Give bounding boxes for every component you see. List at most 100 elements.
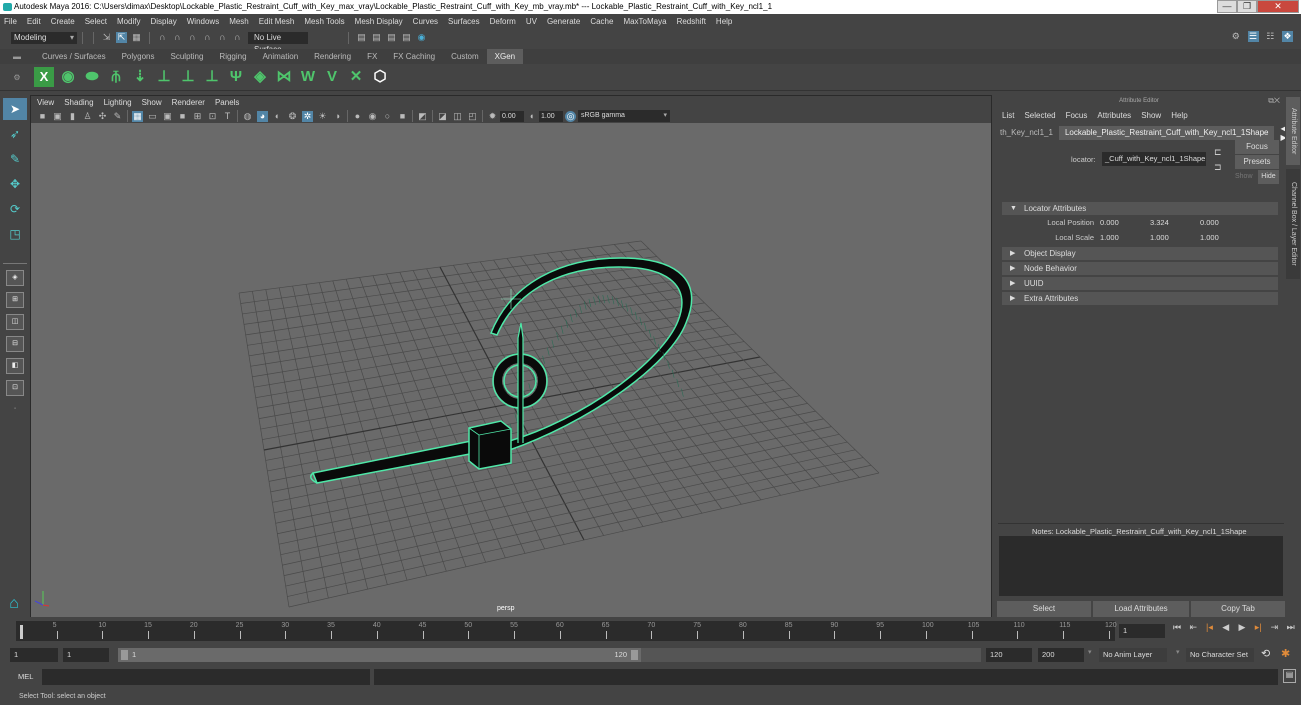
field-chart-icon[interactable]: ⊞ [192,111,203,122]
show-button[interactable]: Show [1235,173,1253,180]
script-editor-icon[interactable]: ▤ [1283,669,1296,683]
bookmark-icon[interactable]: ▮ [67,111,78,122]
section-locator-attributes[interactable]: ▼ Locator Attributes [1002,202,1278,215]
step-forward-key-icon[interactable]: ▸| [1251,622,1265,633]
focus-button[interactable]: Focus [1235,140,1279,154]
rotate-tool-icon[interactable]: ⟳ [3,198,27,220]
menu-uv[interactable]: UV [526,17,537,26]
menu-surfaces[interactable]: Surfaces [448,17,480,26]
ae-menu-selected[interactable]: Selected [1024,111,1055,120]
ae-menu-focus[interactable]: Focus [1066,111,1088,120]
xray-joints-icon[interactable]: ◫ [452,111,463,122]
four-view-layout-icon[interactable]: ⊞ [6,292,24,308]
menu-modify[interactable]: Modify [117,17,141,26]
animation-preferences-icon[interactable]: ✱ [1281,647,1290,660]
xgen-select-tool-icon[interactable]: W [298,67,318,87]
range-start-handle[interactable] [121,650,128,660]
render-settings-icon[interactable]: ▤ [401,32,412,43]
use-all-lights-icon[interactable]: ☀ [317,111,328,122]
ae-tab-transform[interactable]: th_Key_ncl1_1 [994,126,1059,140]
menu-help[interactable]: Help [716,17,732,26]
xgen-lock-guides-icon[interactable]: ⊥ [202,67,222,87]
image-plane-icon[interactable]: ♙ [82,111,93,122]
mode-dropdown[interactable]: Modeling [11,31,77,44]
menu-deform[interactable]: Deform [490,17,516,26]
animation-end-field[interactable]: 200 [1038,648,1084,662]
menu-display[interactable]: Display [151,17,177,26]
anim-layer-arrow-icon[interactable]: ▾ [1088,648,1092,656]
select-object-icon[interactable]: ⇱ [116,32,127,43]
local-position-z[interactable]: 0.000 [1200,218,1250,227]
select-camera-icon[interactable]: ■ [37,111,48,122]
menu-mesh-display[interactable]: Mesh Display [355,17,403,26]
grease-pencil-icon[interactable]: ✎ [112,111,123,122]
xgen-clear-preview-icon[interactable]: ⬬ [82,67,102,87]
viewport-canvas[interactable]: persp [31,123,991,617]
xgen-preview-icon[interactable]: ◉ [58,67,78,87]
xgen-grass-icon[interactable]: Ψ [226,67,246,87]
local-position-y[interactable]: 3.324 [1150,218,1200,227]
float-close-icon[interactable]: ⧉✕ [1268,95,1280,107]
xray-icon[interactable]: ◪ [437,111,448,122]
live-surface-field[interactable]: No Live Surface [248,31,308,54]
locator-name-field[interactable]: _Cuff_with_Key_ncl1_1Shape [1102,152,1206,166]
load-attributes-button[interactable]: Load Attributes [1093,601,1189,617]
menu-generate[interactable]: Generate [547,17,580,26]
lasso-tool-icon[interactable]: ➶ [3,123,27,145]
snap-view-icon[interactable]: ∩ [202,32,213,43]
shelf-tab-sculpting[interactable]: Sculpting [163,49,212,64]
channel-box-side-tab[interactable]: Channel Box / Layer Editor [1286,169,1300,279]
ae-menu-show[interactable]: Show [1141,111,1161,120]
xgen-patch-icon[interactable]: ◈ [250,67,270,87]
ae-menu-list[interactable]: List [1002,111,1014,120]
smooth-shade-icon[interactable]: ◕ [257,110,268,122]
snap-point-icon[interactable]: ∩ [187,32,198,43]
textured-icon[interactable]: ✲ [302,110,313,122]
shelf-tab-animation[interactable]: Animation [255,49,307,64]
character-set-arrow-icon[interactable]: ▾ [1176,648,1180,656]
xgen-add-guides-icon[interactable]: ⫚ [106,67,126,87]
outliner-persp-layout-icon[interactable]: ◧ [6,358,24,374]
animation-start-field[interactable]: 1 [10,648,58,662]
range-slider[interactable]: 1 120 [118,648,641,662]
menu-mesh-tools[interactable]: Mesh Tools [304,17,344,26]
xgen-delete-icon[interactable]: ✕ [346,67,366,87]
auto-key-icon[interactable]: ⟲ [1261,647,1270,660]
current-time-marker[interactable] [20,625,23,639]
section-object-display[interactable]: ▶ Object Display [1002,247,1278,260]
command-input[interactable] [42,669,370,685]
shelf-tab-rigging[interactable]: Rigging [211,49,254,64]
isolate-select-icon[interactable]: ◩ [417,111,428,122]
menu-maxtomaya[interactable]: MaxToMaya [623,17,666,26]
gamma-field[interactable]: 1.00 [539,110,563,122]
restore-button[interactable]: ❐ [1237,0,1257,13]
section-uuid[interactable]: ▶ UUID [1002,277,1278,290]
xgen-select-guides-icon[interactable]: ⋈ [274,67,294,87]
shelf-tab-xgen[interactable]: XGen [486,49,524,64]
step-forward-frame-icon[interactable]: ⇥ [1267,622,1281,633]
menu-windows[interactable]: Windows [187,17,219,26]
menu-curves[interactable]: Curves [413,17,438,26]
snap-curve-icon[interactable]: ∩ [172,32,183,43]
ipr-render-icon[interactable]: ▤ [386,32,397,43]
input-connection-icon[interactable]: ⊏ [1214,147,1222,158]
two-pane-side-layout-icon[interactable]: ◫ [6,314,24,330]
notes-textarea[interactable] [999,536,1283,596]
camera-attributes-icon[interactable]: ▣ [52,111,63,122]
resolution-gate-icon[interactable]: ▣ [162,111,173,122]
menu-redshift[interactable]: Redshift [677,17,706,26]
snap-live-icon[interactable]: ∩ [232,32,243,43]
shadows-icon[interactable]: ◑ [332,111,343,122]
ae-tab-shape[interactable]: Lockable_Plastic_Restraint_Cuff_with_Key… [1058,126,1275,140]
minimize-button[interactable]: — [1217,0,1237,13]
xgen-place-guides-icon[interactable]: ⇣ [130,67,150,87]
playback-start-field[interactable]: 1 [63,648,109,662]
xgen-logo-icon[interactable]: ⬡ [370,67,390,87]
render-view-icon[interactable]: ▤ [356,32,367,43]
gate-mask-icon[interactable]: ■ [177,111,188,122]
anim-layer-dropdown[interactable]: No Anim Layer [1099,648,1167,662]
shelf-tab-polygons[interactable]: Polygons [114,49,163,64]
safe-action-icon[interactable]: ⊡ [207,111,218,122]
xgen-flat-icon[interactable]: V [322,67,342,87]
snap-surface-icon[interactable]: ∩ [217,32,228,43]
